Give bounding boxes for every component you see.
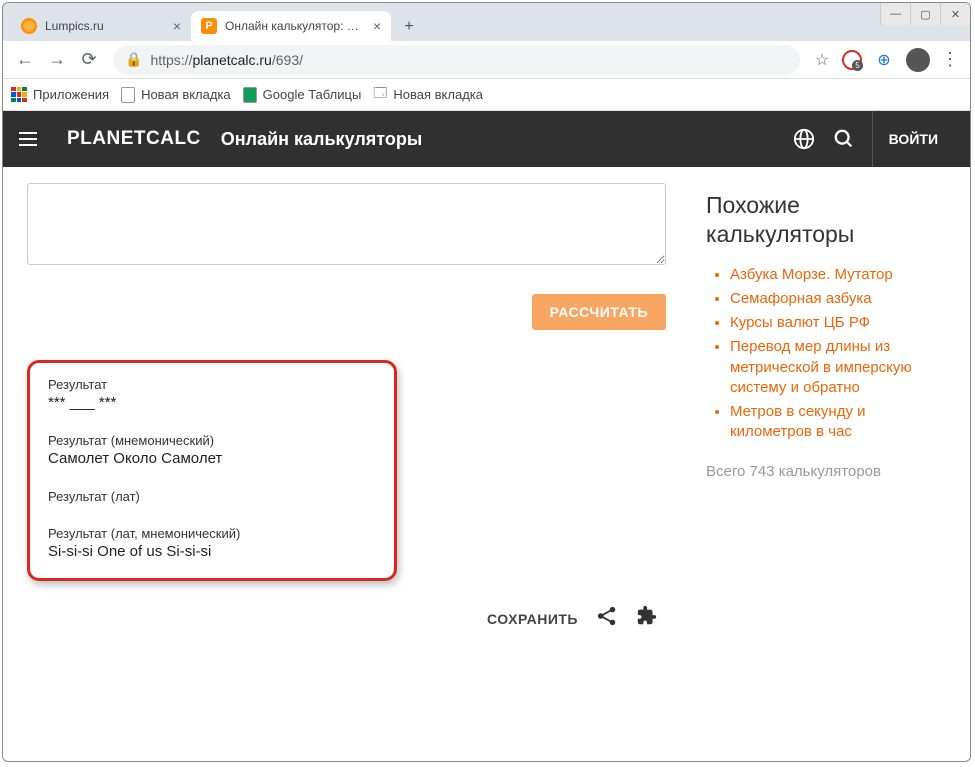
login-button[interactable]: ВОЙТИ	[872, 111, 954, 167]
address-bar: ← → ⟳ 🔒 https://planetcalc.ru/693/ ☆ ⊕ ⋮	[3, 41, 970, 79]
bookmark-icon: 🗔	[373, 84, 387, 106]
results-panel: Результат *** ___ *** Результат (мнемони…	[27, 360, 397, 581]
menu-button[interactable]	[19, 127, 43, 151]
reload-button[interactable]: ⟳	[75, 46, 103, 74]
sidebar-link[interactable]: Перевод мер длины из метрической в импер…	[730, 337, 946, 398]
star-icon[interactable]: ☆	[810, 48, 834, 72]
result-value: Самолет Около Самолет	[48, 450, 376, 467]
profile-avatar[interactable]	[906, 48, 930, 72]
favicon: P	[201, 18, 217, 34]
result-value: *** ___ ***	[48, 394, 376, 411]
url-protocol: https://	[150, 52, 192, 68]
forward-button[interactable]: →	[43, 46, 71, 74]
lock-icon: 🔒	[125, 51, 142, 68]
window-controls: — ▢ ✕	[880, 3, 970, 25]
bookmark-label: Google Таблицы	[263, 87, 362, 102]
result-label: Результат	[48, 377, 376, 392]
apps-icon	[11, 87, 27, 103]
tab-close-icon[interactable]: ×	[173, 18, 181, 34]
sidebar-title: Похожие калькуляторы	[706, 191, 946, 249]
calculate-button[interactable]: РАССЧИТАТЬ	[532, 294, 666, 330]
file-icon	[121, 87, 135, 103]
url-path: /693/	[272, 52, 303, 68]
share-icon[interactable]	[596, 605, 618, 633]
extension-icon[interactable]	[636, 605, 658, 633]
result-value: Si-si-si One of us Si-si-si	[48, 543, 376, 560]
sidebar: Похожие калькуляторы Азбука Морзе. Мутат…	[706, 167, 946, 761]
url-domain: planetcalc.ru	[192, 52, 271, 68]
bookmarks-bar: Приложения Новая вкладка Google Таблицы …	[3, 79, 970, 111]
search-icon	[833, 128, 855, 150]
bookmark-label: Новая вкладка	[393, 87, 483, 102]
new-tab-button[interactable]: +	[395, 13, 423, 41]
sidebar-link[interactable]: Азбука Морзе. Мутатор	[730, 265, 946, 285]
input-textarea[interactable]	[27, 183, 666, 265]
adblock-extension-icon[interactable]	[842, 50, 862, 70]
browser-tab-active[interactable]: P Онлайн калькулятор: Азбука Мо… ×	[191, 11, 391, 41]
minimize-button[interactable]: —	[880, 3, 910, 25]
url-field[interactable]: 🔒 https://planetcalc.ru/693/	[113, 45, 800, 75]
tab-title: Онлайн калькулятор: Азбука Мо…	[225, 19, 365, 33]
tab-strip: Lumpics.ru × P Онлайн калькулятор: Азбук…	[3, 3, 970, 41]
sidebar-link[interactable]: Курсы валют ЦБ РФ	[730, 313, 946, 333]
globe-icon	[793, 128, 815, 150]
back-button[interactable]: ←	[11, 46, 39, 74]
result-label: Результат (лат, мнемонический)	[48, 526, 376, 541]
site-subtitle: Онлайн калькуляторы	[221, 129, 422, 150]
sidebar-footer-text: Всего 743 калькуляторов	[706, 461, 946, 482]
result-label: Результат (лат)	[48, 489, 376, 504]
sidebar-link[interactable]: Семафорная азбука	[730, 289, 946, 309]
browser-tab[interactable]: Lumpics.ru ×	[11, 11, 191, 41]
favicon	[21, 18, 37, 34]
tab-title: Lumpics.ru	[45, 19, 165, 33]
bookmark-label: Новая вкладка	[141, 87, 231, 102]
bookmark-item[interactable]: Новая вкладка	[121, 87, 231, 103]
brand-logo[interactable]: PLANETCALC	[67, 128, 201, 150]
bookmark-item[interactable]: Google Таблицы	[243, 87, 362, 103]
tab-close-icon[interactable]: ×	[373, 18, 381, 34]
browser-menu-button[interactable]: ⋮	[938, 48, 962, 72]
apps-button[interactable]: Приложения	[11, 87, 109, 103]
sheets-icon	[243, 87, 257, 103]
bookmark-item[interactable]: 🗔 Новая вкладка	[373, 84, 483, 106]
site-header: PLANETCALC Онлайн калькуляторы ВОЙТИ	[3, 111, 970, 167]
maximize-button[interactable]: ▢	[910, 3, 940, 25]
search-button[interactable]	[824, 119, 864, 159]
result-label: Результат (мнемонический)	[48, 433, 376, 448]
sidebar-link[interactable]: Метров в секунду и километров в час	[730, 402, 946, 443]
save-button[interactable]: СОХРАНИТЬ	[487, 611, 578, 627]
close-window-button[interactable]: ✕	[940, 3, 970, 25]
language-button[interactable]	[784, 119, 824, 159]
bookmark-label: Приложения	[33, 87, 109, 102]
globe-extension-icon[interactable]: ⊕	[874, 50, 894, 70]
sidebar-list: Азбука Морзе. Мутатор Семафорная азбука …	[706, 265, 946, 443]
